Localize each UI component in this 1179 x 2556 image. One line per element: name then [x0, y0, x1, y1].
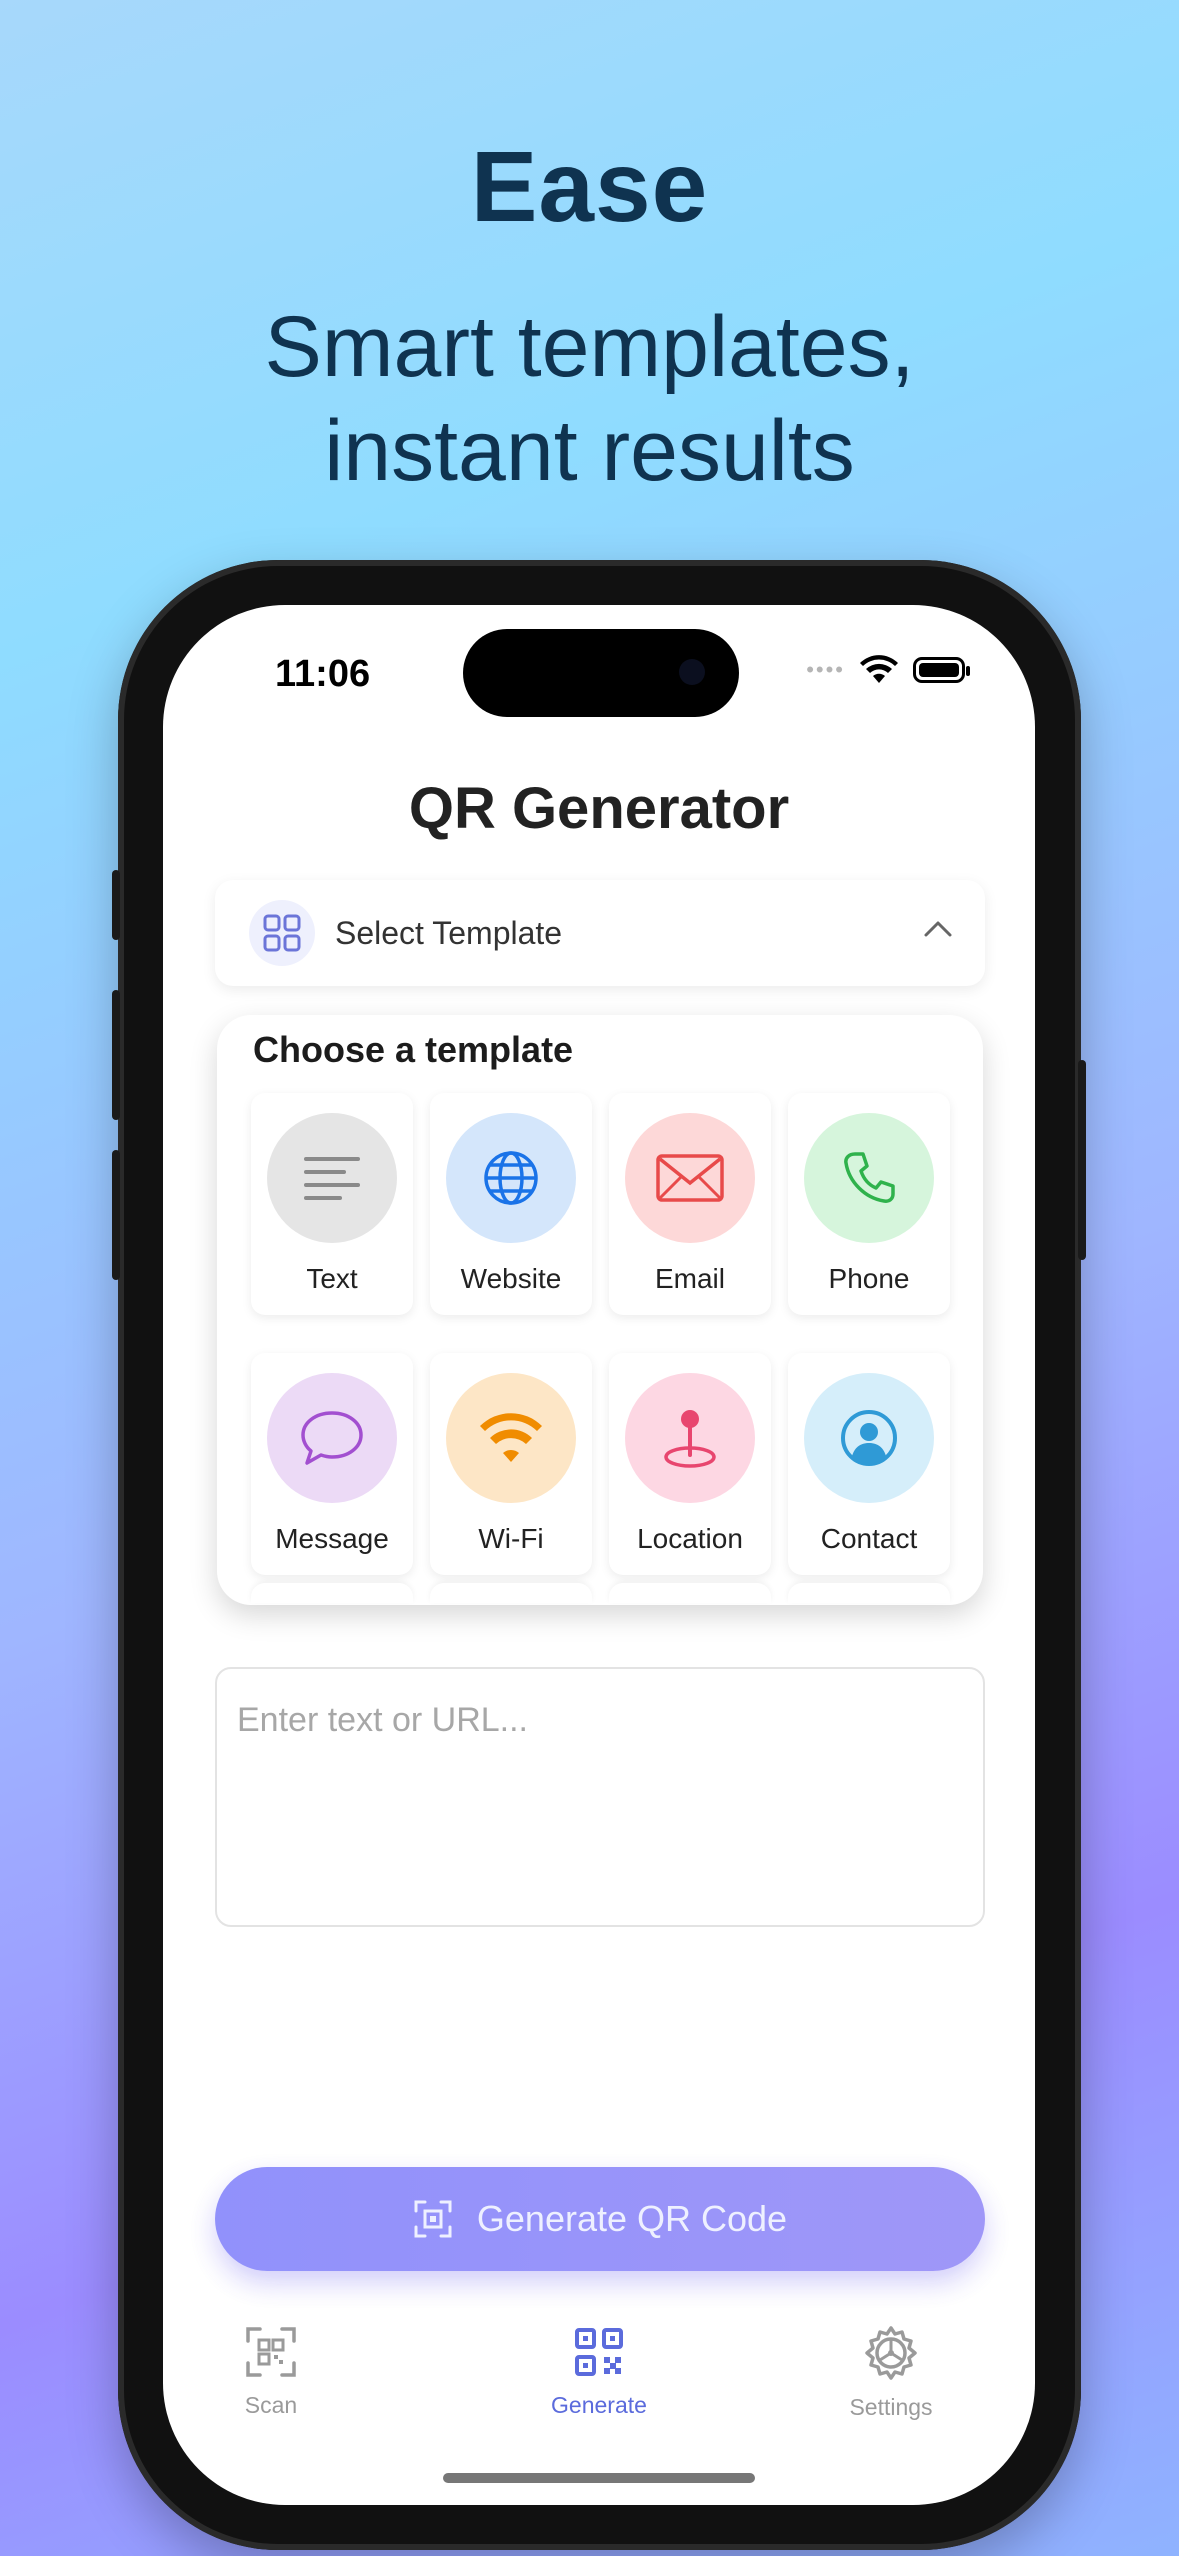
- template-select-dropdown[interactable]: Select Template: [215, 880, 985, 986]
- template-panel-title: Choose a template: [253, 1029, 574, 1070]
- template-panel: Choose a template Text Website Email Pho…: [217, 1015, 983, 1605]
- chat-bubble-icon: [301, 1411, 363, 1465]
- promo-subtitle-line-1: Smart templates,: [264, 299, 915, 395]
- template-tile-label: Contact: [820, 1523, 918, 1554]
- battery-icon: [913, 657, 970, 683]
- wifi-status-icon: [860, 655, 898, 683]
- template-tile-label: Phone: [828, 1263, 910, 1294]
- template-tile-label: Website: [460, 1263, 562, 1294]
- template-tile-partial: [251, 1583, 413, 1603]
- generate-qr-button[interactable]: Generate QR Code: [215, 2167, 985, 2271]
- tab-settings-label: Settings: [849, 2394, 933, 2420]
- template-tile-website[interactable]: Website: [430, 1093, 592, 1315]
- phone-power-button: [1078, 1060, 1086, 1260]
- template-select-label: Select Template: [335, 914, 563, 951]
- phone-volume-down: [112, 1150, 120, 1280]
- template-tile-partial: [430, 1583, 592, 1603]
- text-lines-icon: [304, 1157, 360, 1200]
- qr-scan-icon: [414, 2200, 452, 2238]
- template-tile-label: Wi-Fi: [478, 1523, 544, 1554]
- template-tile-wifi[interactable]: Wi-Fi: [430, 1353, 592, 1575]
- template-tile-phone[interactable]: Phone: [788, 1093, 950, 1315]
- template-tile-email-circle: [625, 1113, 755, 1243]
- template-tile-phone-circle: [804, 1113, 934, 1243]
- tab-settings[interactable]: Settings: [811, 2325, 971, 2421]
- template-tile-contact-circle: [804, 1373, 934, 1503]
- text-url-input[interactable]: [215, 1667, 985, 1927]
- template-tile-location-circle: [625, 1373, 755, 1503]
- tab-scan[interactable]: Scan: [191, 2325, 351, 2419]
- signal-dots-icon: ••••: [806, 657, 845, 682]
- phone-screen: 11:06 •••• QR Generator Select Template …: [163, 605, 1035, 2505]
- tab-bar: Scan Generate Settings: [163, 2325, 1035, 2445]
- promo-subtitle-line-2: instant results: [324, 403, 855, 499]
- tab-scan-label: Scan: [244, 2392, 298, 2418]
- template-tile-label: Email: [654, 1263, 725, 1294]
- location-pin-icon: [664, 1410, 716, 1468]
- camera-icon: [679, 659, 705, 685]
- promo-subtitle: Smart templates, instant results: [0, 295, 1179, 503]
- status-icons: ••••: [806, 655, 970, 685]
- template-tile-contact[interactable]: Contact: [788, 1353, 950, 1575]
- template-tile-text-circle: [267, 1113, 397, 1243]
- status-time: 11:06: [275, 653, 371, 695]
- template-tile-email[interactable]: Email: [609, 1093, 771, 1315]
- template-tile-label: Message: [275, 1523, 389, 1554]
- template-tile-message-circle: [267, 1373, 397, 1503]
- template-tile-partial: [788, 1583, 950, 1603]
- tab-generate-label: Generate: [551, 2392, 647, 2418]
- template-tile-label: Location: [637, 1523, 743, 1554]
- tab-generate[interactable]: Generate: [519, 2325, 679, 2419]
- grid-icon: [249, 900, 315, 966]
- promo-title: Ease: [470, 131, 709, 243]
- template-tile-partial: [609, 1583, 771, 1603]
- template-tile-label: Text: [306, 1263, 358, 1294]
- phone-silent-switch: [112, 870, 120, 940]
- envelope-icon: [656, 1154, 724, 1202]
- dynamic-island: [463, 629, 739, 717]
- globe-icon: [484, 1151, 538, 1205]
- template-tile-website-circle: [446, 1113, 576, 1243]
- qr-scan-frame-icon: [246, 2327, 296, 2377]
- template-tile-wifi-circle: [446, 1373, 576, 1503]
- phone-icon: [844, 1152, 895, 1203]
- generate-qr-button-label: Generate QR Code: [476, 2198, 788, 2239]
- chevron-up-icon[interactable]: [923, 918, 953, 938]
- template-tile-location[interactable]: Location: [609, 1353, 771, 1575]
- template-tile-text[interactable]: Text: [251, 1093, 413, 1315]
- phone-volume-up: [112, 990, 120, 1120]
- person-circle-icon: [841, 1410, 897, 1466]
- home-indicator: [443, 2473, 755, 2483]
- template-tile-message[interactable]: Message: [251, 1353, 413, 1575]
- page-title: QR Generator: [408, 776, 790, 841]
- gear-icon: [865, 2326, 917, 2380]
- wifi-icon: [480, 1413, 542, 1462]
- qr-code-icon: [575, 2328, 623, 2376]
